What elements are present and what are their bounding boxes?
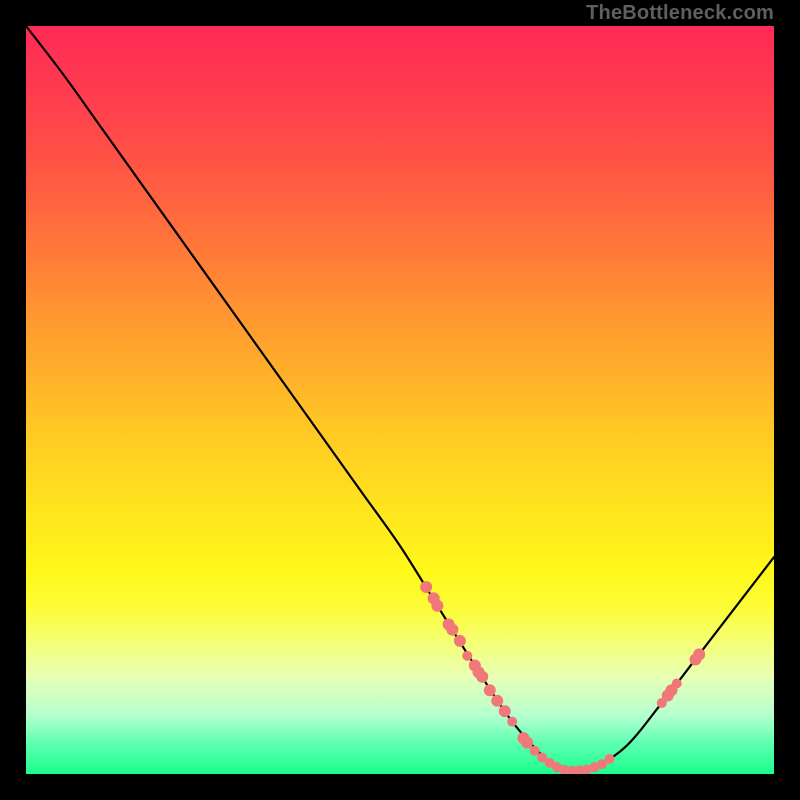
gradient-background [26, 26, 774, 774]
chart-area [26, 26, 774, 774]
watermark-text: TheBottleneck.com [586, 2, 774, 25]
